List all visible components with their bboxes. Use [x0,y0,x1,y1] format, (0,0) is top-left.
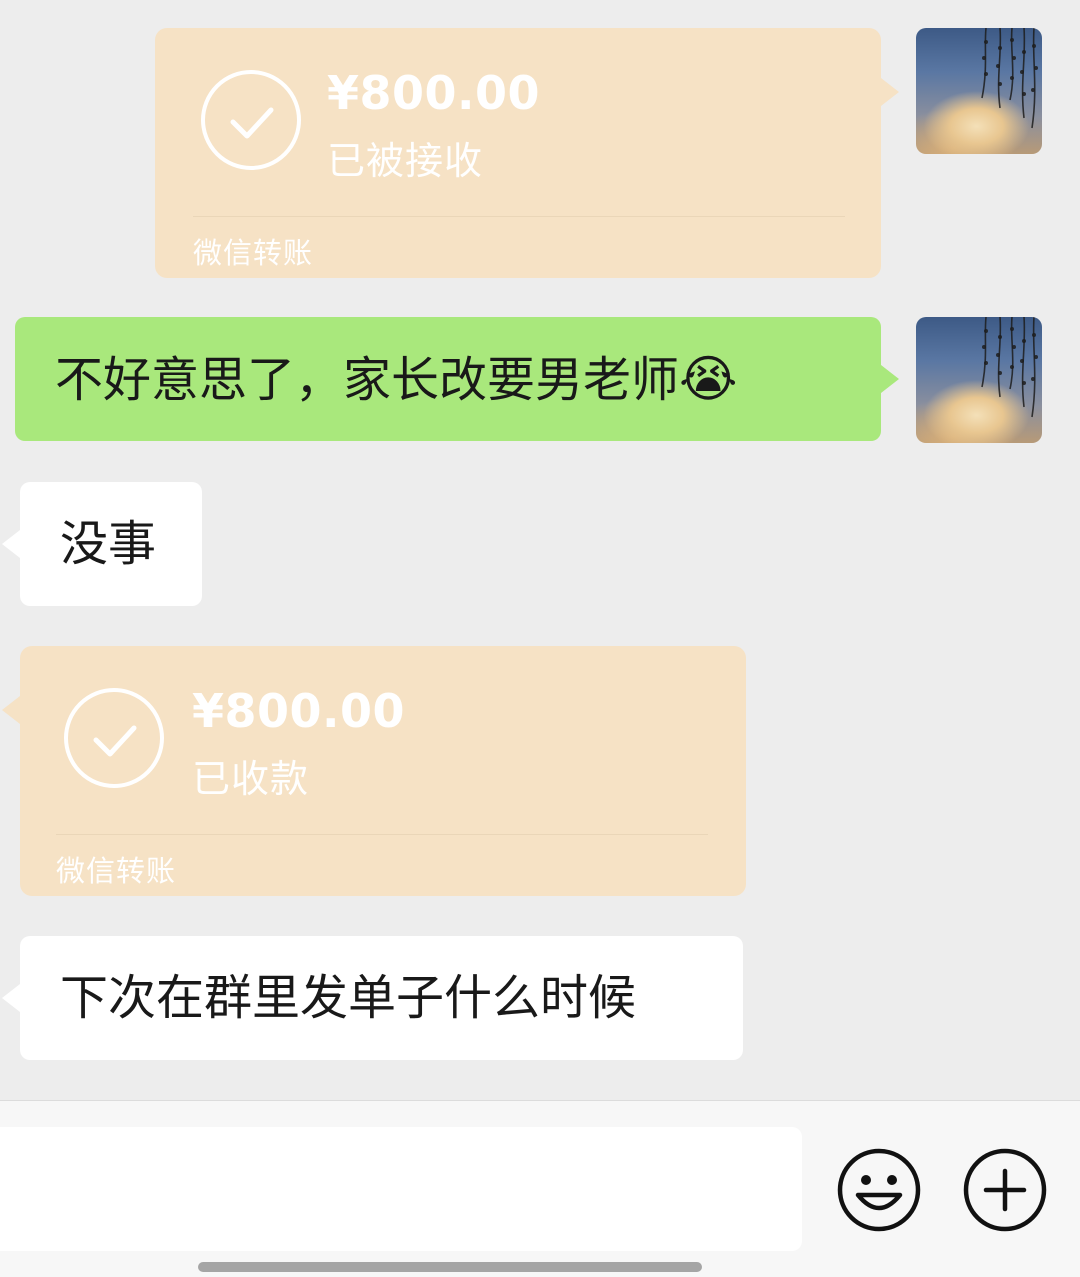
message-bubble-received[interactable]: 下次在群里发单子什么时候 [2,936,743,1060]
message-bubble-received[interactable]: 没事 [2,482,202,606]
transfer-card-received[interactable]: ¥800.00 已收款 微信转账 [2,646,746,896]
transfer-amount: ¥800.00 [192,684,406,738]
message-text: 下次在群里发单子什么时候 [60,970,637,1026]
transfer-amount: ¥800.00 [327,66,541,120]
willow-branches-image [981,28,1038,129]
my-avatar[interactable] [916,28,1042,154]
card-divider [56,834,708,835]
transfer-status: 已被接收 [327,139,484,183]
my-avatar[interactable] [916,317,1042,443]
chat-area[interactable]: ¥800.00 已被接收 微信转账 不好意思了，家长改要男老师😭 没事 ¥800… [0,0,1080,1100]
check-circle-icon [201,70,301,170]
transfer-brand-label: 微信转账 [56,854,177,888]
plus-circle-icon [963,1148,1047,1232]
message-text: 不好意思了，家长改要男老师 [55,352,680,408]
smiley-face-icon [837,1148,921,1232]
emoji-button[interactable] [836,1147,922,1233]
transfer-card-sent[interactable]: ¥800.00 已被接收 微信转账 [155,28,899,278]
message-input[interactable] [0,1127,802,1251]
message-bubble-sent[interactable]: 不好意思了，家长改要男老师😭 [15,317,899,441]
more-button[interactable] [962,1147,1048,1233]
bubble-tail [2,530,20,558]
transfer-status: 已收款 [192,757,310,801]
bubble-tail [2,984,20,1012]
home-indicator [198,1262,702,1272]
input-bar [0,1100,1080,1277]
check-circle-icon [64,688,164,788]
card-divider [193,216,845,217]
message-text: 没事 [60,516,157,572]
transfer-brand-label: 微信转账 [193,236,314,270]
bubble-tail [2,696,20,724]
bubble-tail [881,78,899,106]
bubble-tail [881,365,899,393]
crying-face-emoji: 😭 [679,350,738,408]
willow-branches-image [981,317,1038,418]
